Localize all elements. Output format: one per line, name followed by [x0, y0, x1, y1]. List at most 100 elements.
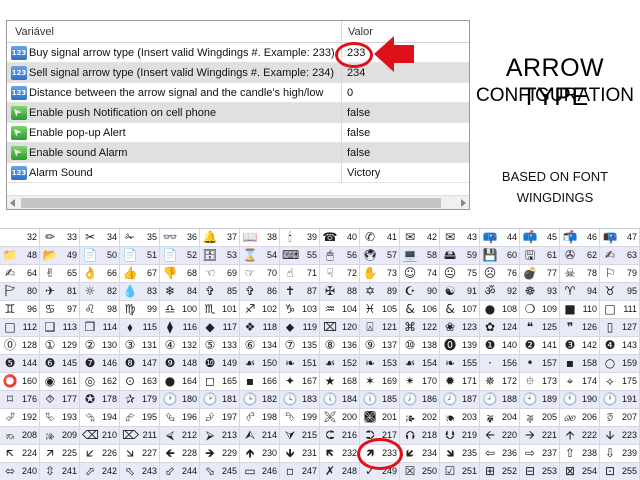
numeric-icon: 123 [11, 66, 27, 80]
wingdings-code: 220 [501, 430, 517, 440]
wingdings-glyph-icon: ⇨ [524, 446, 536, 460]
wingdings-glyph-icon: 💧 [122, 284, 138, 298]
wingdings-cell: 📪 44 [480, 229, 520, 247]
wingdings-code: 253 [541, 466, 557, 476]
wingdings-cell: 🕗 187 [440, 391, 480, 409]
wingdings-glyph-icon: ✰ [124, 392, 136, 406]
wingdings-glyph-icon: 🙪 [323, 410, 337, 424]
wingdings-code: 104 [341, 304, 357, 314]
wingdings-cell: 🡻 231 [280, 445, 320, 463]
wingdings-code: 163 [141, 376, 157, 386]
wingdings-glyph-icon: ★ [324, 374, 336, 388]
wingdings-glyph-icon: ❿ [204, 356, 216, 370]
wingdings-glyph-icon: ⑦ [284, 338, 296, 352]
wingdings-code: 167 [301, 376, 317, 386]
wingdings-cell: ✴ 170 [400, 373, 440, 391]
wingdings-cell: ⑤ 133 [200, 337, 240, 355]
scroll-left-icon[interactable] [10, 199, 15, 207]
wingdings-code: 223 [621, 430, 637, 440]
scrollbar-thumb[interactable] [21, 198, 441, 208]
column-divider[interactable] [341, 21, 342, 43]
wingdings-code: 77 [546, 268, 557, 278]
grid-row[interactable]: 123 Distance between the arrow signal and… [7, 83, 469, 103]
wingdings-code: 116 [182, 322, 197, 332]
row-value[interactable]: 0 [347, 87, 353, 99]
wingdings-code: 231 [301, 448, 317, 458]
wingdings-glyph-icon: ⬥ [285, 320, 295, 334]
wingdings-glyph-icon: 🙕 [405, 410, 415, 424]
wingdings-cell: ⬥ 119 [280, 319, 320, 337]
row-value[interactable]: 234 [347, 67, 365, 79]
wingdings-code: 211 [142, 430, 157, 440]
row-value[interactable]: false [347, 147, 370, 159]
wingdings-glyph-icon: ◻ [205, 374, 215, 388]
wingdings-code: 255 [621, 466, 637, 476]
wingdings-cell: ✁ 35 [120, 229, 160, 247]
wingdings-code: 203 [461, 412, 477, 422]
wingdings-cell: 🙪 200 [320, 409, 360, 427]
wingdings-cell: ⬁ 243 [120, 463, 160, 480]
wingdings-glyph-icon: ⮶ [245, 410, 255, 424]
wingdings-glyph-icon: & [445, 302, 455, 316]
wingdings-code: 189 [541, 394, 557, 404]
row-value[interactable]: false [347, 107, 370, 119]
wingdings-cell: ❻ 145 [40, 355, 80, 373]
wingdings-cell: ⊡ 255 [600, 463, 640, 480]
wingdings-glyph-icon: ⮙ [244, 428, 256, 442]
numeric-icon: 123 [11, 166, 27, 180]
wingdings-code: 206 [581, 412, 597, 422]
wingdings-glyph-icon: ♋ [44, 302, 56, 316]
value-column-header[interactable]: Valor [348, 26, 373, 38]
wingdings-glyph-icon: ⊡ [604, 464, 616, 478]
wingdings-glyph-icon: 🏱 [4, 284, 16, 298]
wingdings-cell: 🡺 229 [200, 445, 240, 463]
wingdings-glyph-icon: ⇳ [44, 464, 56, 478]
wingdings-cell: 👌 66 [80, 265, 120, 283]
wingdings-cell: □ 111 [600, 301, 640, 319]
wingdings-code: 131 [141, 340, 157, 350]
wingdings-code: 105 [381, 304, 397, 314]
wingdings-code: 183 [301, 394, 317, 404]
wingdings-cell: 🔔 37 [200, 229, 240, 247]
wingdings-cell: ✆ 41 [360, 229, 400, 247]
wingdings-code: 196 [181, 412, 197, 422]
horizontal-scrollbar[interactable] [7, 195, 469, 209]
wingdings-cell: ❶ 140 [480, 337, 520, 355]
wingdings-glyph-icon: ✉ [444, 230, 456, 244]
wingdings-cell: 🖫 61 [520, 247, 560, 265]
wingdings-code: 47 [626, 232, 637, 242]
wingdings-cell: 🕚 190 [560, 391, 600, 409]
scroll-right-icon[interactable] [461, 199, 466, 207]
wingdings-cell: ⌖ 174 [560, 373, 600, 391]
wingdings-code: 54 [266, 250, 277, 260]
wingdings-code: 182 [261, 394, 277, 404]
wingdings-code: 50 [106, 250, 117, 260]
wingdings-glyph-icon: □ [604, 302, 616, 316]
wingdings-code: 109 [541, 304, 557, 314]
grid-row[interactable]: Enable push Notification on cell phone fa… [7, 103, 469, 123]
wingdings-code: 125 [541, 322, 557, 332]
wingdings-cell: ✪ 178 [80, 391, 120, 409]
wingdings-glyph-icon: ⬄ [4, 464, 16, 478]
grid-row[interactable]: 123 Alarm Sound Victory [7, 163, 469, 183]
wingdings-glyph-icon: ❼ [84, 356, 96, 370]
wingdings-code: 93 [546, 286, 557, 296]
wingdings-cell: ⇳ 241 [40, 463, 80, 480]
wingdings-glyph-icon: 🙐 [563, 410, 577, 424]
wingdings-glyph-icon: 🙫 [363, 410, 377, 424]
variable-column-header[interactable]: Variável [15, 26, 54, 38]
wingdings-code: 90 [426, 286, 437, 296]
wingdings-glyph-icon: 🡾 [445, 446, 455, 460]
wingdings-glyph-icon: 👌 [82, 266, 98, 280]
wingdings-cell: 🡸 228 [160, 445, 200, 463]
row-value[interactable]: false [347, 127, 370, 139]
wingdings-glyph-icon: ⟡ [606, 374, 614, 388]
wingdings-glyph-icon: 📄 [162, 248, 178, 262]
wingdings-cell: ♌ 98 [80, 301, 120, 319]
row-value[interactable]: Victory [347, 167, 380, 179]
wingdings-glyph-icon: 🙗 [486, 410, 494, 424]
wingdings-code: 188 [501, 394, 517, 404]
wingdings-cell: 🙑 207 [600, 409, 640, 427]
grid-row[interactable]: Enable pop-up Alert false [7, 123, 469, 143]
grid-row[interactable]: Enable sound Alarm false [7, 143, 469, 163]
